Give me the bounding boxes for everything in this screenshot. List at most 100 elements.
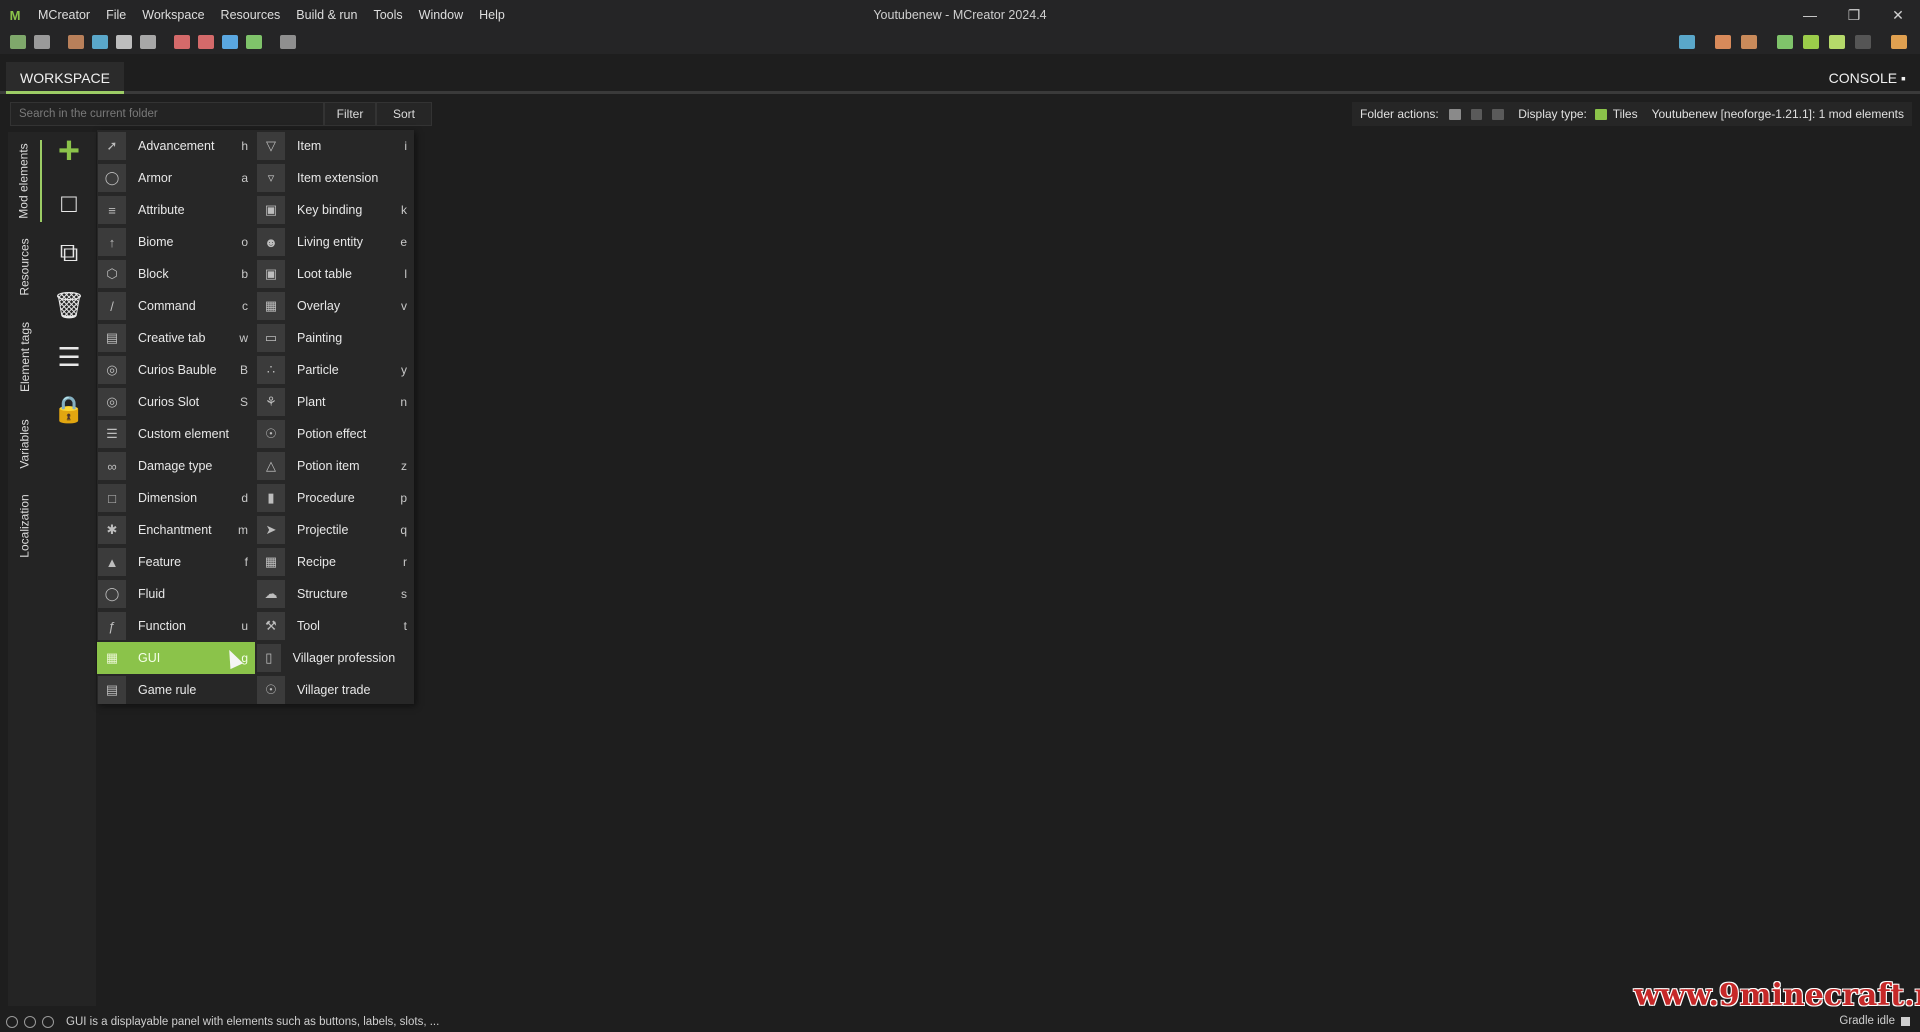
- vtab-localization[interactable]: Localization: [8, 484, 42, 568]
- menu-resources[interactable]: Resources: [213, 0, 289, 30]
- menu-window[interactable]: Window: [411, 0, 471, 30]
- menu-item-label: Loot table: [297, 267, 352, 281]
- menu-item-overlay[interactable]: ▦ Overlay v: [256, 290, 414, 322]
- texture-maker-icon[interactable]: [92, 35, 108, 49]
- menu-item-armor[interactable]: ◯ Armor a: [97, 162, 255, 194]
- vtab-element-tags[interactable]: Element tags: [8, 312, 42, 402]
- menu-item-recipe[interactable]: ▦ Recipe r: [256, 546, 414, 578]
- menu-workspace[interactable]: Workspace: [134, 0, 212, 30]
- regenerate-code-icon[interactable]: [1715, 35, 1731, 49]
- menu-item-villager-trade[interactable]: ☉ Villager trade: [256, 674, 414, 706]
- status-bar: GUI is a displayable panel with elements…: [0, 1012, 1920, 1032]
- menu-item-curios-slot[interactable]: ◎ Curios Slot S: [97, 386, 255, 418]
- menu-item-loot-table[interactable]: ▣ Loot table l: [256, 258, 414, 290]
- command-icon: /: [98, 292, 126, 320]
- network-icon[interactable]: [24, 1016, 36, 1028]
- menu-item-label: Enchantment: [138, 523, 212, 537]
- vtab-resources[interactable]: Resources: [8, 232, 42, 302]
- sound-icon[interactable]: [280, 35, 296, 49]
- menu-item-advancement[interactable]: ➚ Advancement h: [97, 130, 255, 162]
- folder-icon[interactable]: [1679, 35, 1695, 49]
- vtab-mod-elements[interactable]: Mod elements: [8, 140, 42, 222]
- run-server-icon[interactable]: [1829, 35, 1845, 49]
- menu-item-command[interactable]: / Command c: [97, 290, 255, 322]
- menu-item-feature[interactable]: ▲ Feature f: [97, 546, 255, 578]
- menu-item-custom-element[interactable]: ☰ Custom element: [97, 418, 255, 450]
- menu-item-dimension[interactable]: □ Dimension d: [97, 482, 255, 514]
- info-icon[interactable]: [6, 1016, 18, 1028]
- structure-icon[interactable]: [140, 35, 156, 49]
- search-input[interactable]: [10, 102, 324, 126]
- menu-item-particle[interactable]: ∴ Particle y: [256, 354, 414, 386]
- close-icon[interactable]: ✕: [1876, 0, 1920, 30]
- tiles-icon[interactable]: [1594, 108, 1607, 120]
- menu-tools[interactable]: Tools: [365, 0, 410, 30]
- edit-element-icon[interactable]: □: [52, 186, 86, 220]
- tab-console[interactable]: CONSOLE ▪: [1829, 62, 1906, 94]
- menu-item-biome[interactable]: ↑ Biome o: [97, 226, 255, 258]
- build-icon[interactable]: [1741, 35, 1757, 49]
- restore-icon[interactable]: ❐: [1832, 0, 1876, 30]
- menu-item-gui[interactable]: ▦ GUI g: [97, 642, 255, 674]
- menu-item-painting[interactable]: ▭ Painting: [256, 322, 414, 354]
- menu-item-item-extension[interactable]: ▿ Item extension: [256, 162, 414, 194]
- menu-item-function[interactable]: ƒ Function u: [97, 610, 255, 642]
- debug-client-icon[interactable]: [1803, 35, 1819, 49]
- minimize-icon[interactable]: —: [1788, 0, 1832, 30]
- open-workspace-icon[interactable]: [34, 35, 50, 49]
- vtab-variables[interactable]: Variables: [8, 412, 42, 476]
- menu-item-procedure[interactable]: ▮ Procedure p: [256, 482, 414, 514]
- menu-item-damage-type[interactable]: ∞ Damage type: [97, 450, 255, 482]
- action-sidebar: + □ ⧉ 🗑 ☰ 🔒: [42, 130, 96, 1006]
- export-icon[interactable]: [1891, 35, 1907, 49]
- menu-item-block[interactable]: ⬡ Block b: [97, 258, 255, 290]
- menu-item-fluid[interactable]: ◯ Fluid: [97, 578, 255, 610]
- menu-item-item[interactable]: ▽ Item i: [256, 130, 414, 162]
- menu-item-projectile[interactable]: ➤ Projectile q: [256, 514, 414, 546]
- menu-item-game-rule[interactable]: ▤ Game rule: [97, 674, 255, 706]
- sort-button[interactable]: Sort: [376, 102, 432, 126]
- block-maker-icon[interactable]: [198, 35, 214, 49]
- run-client-icon[interactable]: [1777, 35, 1793, 49]
- menu-mcreator[interactable]: MCreator: [30, 0, 98, 30]
- menu-build-run[interactable]: Build & run: [288, 0, 365, 30]
- resource-pack-icon[interactable]: [222, 35, 238, 49]
- menu-item-curios-bauble[interactable]: ◎ Curios Bauble B: [97, 354, 255, 386]
- menu-help[interactable]: Help: [471, 0, 513, 30]
- duplicate-icon[interactable]: ⧉: [52, 236, 86, 270]
- filter-button[interactable]: Filter: [324, 102, 376, 126]
- grid-icon[interactable]: [246, 35, 262, 49]
- menu-item-structure[interactable]: ☁ Structure s: [256, 578, 414, 610]
- menu-item-potion-effect[interactable]: ☉ Potion effect: [256, 418, 414, 450]
- delete-folder-icon[interactable]: [1492, 108, 1505, 120]
- display-type-value[interactable]: Tiles: [1613, 107, 1638, 121]
- menu-file[interactable]: File: [98, 0, 134, 30]
- animation-maker-icon[interactable]: [116, 35, 132, 49]
- menu-item-plant[interactable]: ⚘ Plant n: [256, 386, 414, 418]
- rename-folder-icon[interactable]: [1470, 108, 1483, 120]
- enchantment-icon: ✱: [98, 516, 126, 544]
- tab-workspace[interactable]: WORKSPACE: [6, 62, 124, 94]
- stop-icon[interactable]: [1855, 35, 1871, 49]
- menu-item-potion-item[interactable]: △ Potion item z: [256, 450, 414, 482]
- menu-item-living-entity[interactable]: ☻ Living entity e: [256, 226, 414, 258]
- delete-icon[interactable]: 🗑: [52, 288, 86, 322]
- menu-item-enchantment[interactable]: ✱ Enchantment m: [97, 514, 255, 546]
- workspace-settings-icon[interactable]: [10, 35, 26, 49]
- settings-icon[interactable]: [42, 1016, 54, 1028]
- menu-item-label: Feature: [138, 555, 182, 569]
- lock-icon[interactable]: 🔒: [52, 392, 86, 426]
- gradle-stop-icon[interactable]: [1901, 1016, 1910, 1026]
- menu-item-villager-profession[interactable]: ▯ Villager profession: [256, 642, 414, 674]
- menu-item-creative-tab[interactable]: ▤ Creative tab w: [97, 322, 255, 354]
- recipe-icon: ▦: [257, 548, 285, 576]
- image-maker-icon[interactable]: [68, 35, 84, 49]
- menu-item-key-binding[interactable]: ▣ Key binding k: [256, 194, 414, 226]
- new-folder-icon[interactable]: [1448, 108, 1461, 120]
- add-element-icon[interactable]: +: [52, 130, 86, 172]
- procedure-icon: ▮: [257, 484, 285, 512]
- menu-item-tool[interactable]: ⚒ Tool t: [256, 610, 414, 642]
- list-icon[interactable]: ☰: [52, 340, 86, 374]
- menu-item-attribute[interactable]: ≡ Attribute: [97, 194, 255, 226]
- armor-maker-icon[interactable]: [174, 35, 190, 49]
